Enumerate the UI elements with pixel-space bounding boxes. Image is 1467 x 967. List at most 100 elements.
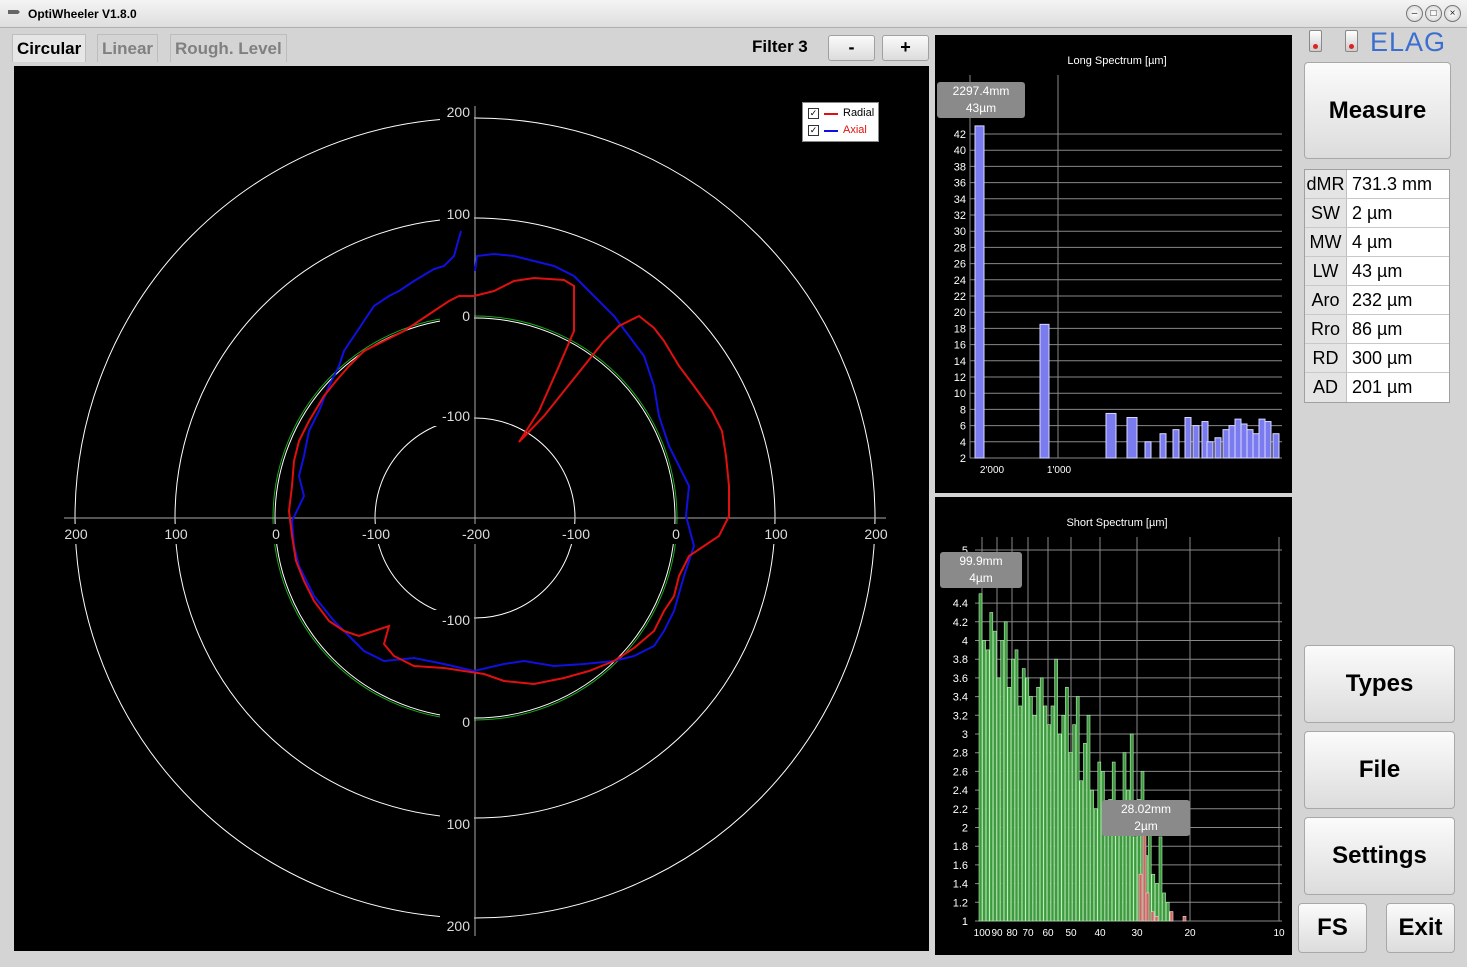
tooltip-line: 2µm: [1134, 819, 1158, 833]
measure-button[interactable]: Measure: [1304, 62, 1451, 159]
spectrum-bar: [1138, 873, 1143, 922]
y-tick: 1.2: [953, 897, 968, 909]
tab-circular[interactable]: Circular: [12, 34, 87, 62]
results-table: dMR 731.3 mm SW 2 µm MW 4 µm LW 43 µm Aro 232…: [1304, 169, 1450, 403]
spectrum-bar: [1133, 836, 1138, 922]
result-key: MW: [1305, 228, 1347, 256]
result-value: 4 µm: [1352, 232, 1393, 252]
exit-button[interactable]: Exit: [1386, 903, 1455, 953]
spectrum-bar: [1192, 425, 1200, 459]
table-row: SW 2 µm: [1305, 199, 1449, 228]
short-spectrum-chart: Short Spectrum [µm] 1 1.2 1.4 1.6 1.8 2 2.2 2.4…: [935, 497, 1292, 955]
tooltip-line: 43µm: [965, 101, 997, 115]
spectrum-bar: [1043, 705, 1048, 922]
long-spectrum-tooltip: 2297.4mm 43µm: [937, 82, 1025, 118]
x-tick: 2'000: [980, 465, 1005, 476]
spectrum-bar: [1068, 752, 1073, 922]
spectrum-bar: [1169, 911, 1174, 922]
tooltip-line: 28.02mm: [1120, 802, 1172, 816]
x-tick: 20: [1184, 928, 1196, 939]
settings-button[interactable]: Settings: [1304, 817, 1455, 895]
result-value: 86 µm: [1352, 319, 1403, 339]
y-tick: 3.8: [953, 654, 968, 666]
result-value: 201 µm: [1352, 377, 1413, 397]
close-button[interactable]: ×: [1444, 5, 1461, 22]
spectrum-bar: [1122, 752, 1127, 922]
radial-curve: [287, 276, 730, 686]
y-tick: 2.2: [953, 804, 968, 816]
spectrum-bar: [1011, 658, 1015, 922]
spectrum-bar: [1039, 323, 1050, 459]
x-tick: 10: [1273, 928, 1285, 939]
spectrum-bar: [993, 630, 997, 922]
filter-minus-button[interactable]: -: [828, 35, 875, 61]
spectrum-bar: [1162, 892, 1166, 922]
spectrum-bar: [1158, 836, 1163, 922]
spectrum-bar: [1155, 883, 1159, 922]
table-row: AD 201 µm: [1305, 373, 1449, 402]
spectrum-bar: [982, 640, 986, 922]
types-button[interactable]: Types: [1304, 645, 1455, 723]
tooltip-line: 2297.4mm: [952, 84, 1010, 98]
x-tick: 100: [164, 526, 188, 542]
minimize-button[interactable]: –: [1406, 5, 1423, 22]
legend-checkbox[interactable]: ✓: [808, 108, 819, 119]
table-row: RD 300 µm: [1305, 344, 1449, 373]
spectrum-bar: [1061, 715, 1066, 922]
spectrum-bar: [1021, 668, 1026, 922]
spectrum-bar: [1007, 686, 1012, 922]
x-tick: 100: [974, 928, 991, 939]
x-tick: 0: [672, 526, 680, 542]
legend-checkbox[interactable]: ✓: [808, 125, 819, 136]
spectrum-bar: [1003, 621, 1008, 922]
spectrum-bar: [1029, 696, 1033, 922]
y-tick: 24: [954, 275, 966, 287]
y-tick: 3.6: [953, 673, 968, 685]
y-tick: 3.4: [953, 692, 968, 704]
short-spectrum-tooltip: 28.02mm 2µm: [1102, 800, 1190, 836]
battery-icon: [1345, 30, 1358, 52]
y-tick: 4: [962, 636, 968, 648]
y-tick: 2.8: [953, 748, 968, 760]
table-row: dMR 731.3 mm: [1305, 170, 1449, 199]
polar-chart: 200 100 0 -100 -200 -100 0 100 200 200 1…: [14, 66, 929, 951]
spectrum-bar: [1126, 417, 1138, 459]
y-tick: 40: [954, 145, 966, 157]
maximize-button[interactable]: □: [1425, 5, 1442, 22]
y-tick: 1.8: [953, 841, 968, 853]
y-tick: 14: [954, 356, 966, 368]
spectrum-bar: [1000, 640, 1004, 922]
result-value: 731.3 mm: [1352, 174, 1433, 194]
result-key: LW: [1305, 257, 1347, 285]
y-tick: 32: [954, 210, 966, 222]
spectrum-bar: [1142, 827, 1147, 922]
spectrum-bar: [1240, 423, 1248, 459]
long-spectrum-chart: Long Spectrum [µm] 2 4 6 8 10 12 14 16 18 20 22 24 2…: [935, 35, 1292, 493]
y-tick: 26: [954, 259, 966, 271]
result-key: SW: [1305, 199, 1347, 227]
legend-label: Radial: [843, 107, 875, 119]
fs-button[interactable]: FS: [1298, 903, 1367, 953]
result-key: RD: [1305, 344, 1347, 372]
spectrum-bar: [1264, 421, 1272, 459]
brand-logo: ELAG: [1370, 27, 1447, 57]
y-tick: 4.4: [953, 598, 968, 610]
tab-rough-level[interactable]: Rough. Level: [170, 34, 287, 62]
result-value: 2 µm: [1352, 203, 1393, 223]
tab-linear[interactable]: Linear: [97, 34, 159, 62]
filter-plus-button[interactable]: +: [882, 35, 929, 61]
y-tick: -100: [442, 408, 470, 424]
x-tick: -100: [562, 526, 590, 542]
result-value: 300 µm: [1352, 348, 1413, 368]
x-tick: 50: [1065, 928, 1077, 939]
file-button[interactable]: File: [1304, 731, 1455, 809]
legend-swatch: [824, 130, 838, 132]
spectrum-bar: [989, 612, 994, 922]
y-tick: 10: [954, 388, 966, 400]
y-tick: 16: [954, 340, 966, 352]
spectrum-bar: [1072, 724, 1076, 922]
x-tick: 100: [764, 526, 788, 542]
x-tick: 80: [1006, 928, 1018, 939]
x-tick: 200: [864, 526, 888, 542]
y-tick: 100: [447, 206, 471, 222]
